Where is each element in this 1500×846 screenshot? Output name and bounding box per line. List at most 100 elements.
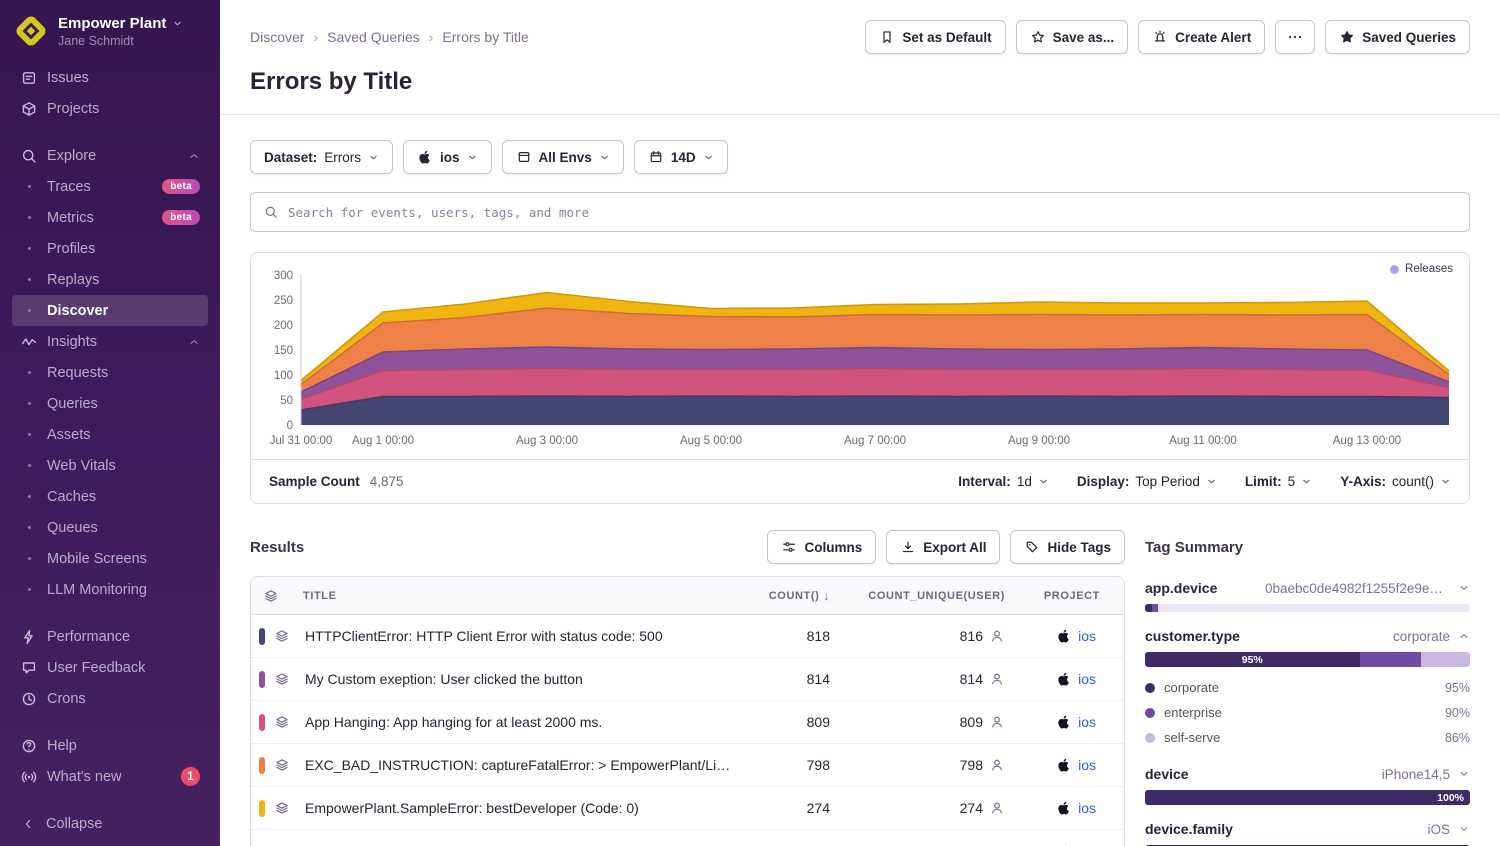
- project-cell: ios: [1019, 757, 1124, 773]
- y-axis-dropdown[interactable]: Y-Axis: count(): [1340, 474, 1451, 489]
- project-link[interactable]: ios: [1078, 757, 1096, 773]
- sidebar-item-mobile-screens[interactable]: Mobile Screens: [12, 543, 208, 574]
- sidebar-item-crons[interactable]: Crons: [12, 683, 208, 714]
- chevron-down-icon: [1458, 768, 1470, 780]
- error-title-link[interactable]: EmpowerPlant.SampleError: bestDeveloper …: [303, 800, 744, 816]
- tag-value-link[interactable]: enterprise: [1164, 705, 1222, 720]
- sidebar-item-insights[interactable]: Insights: [12, 326, 208, 357]
- column-header-count-unique[interactable]: COUNT_UNIQUE(USER): [844, 590, 1019, 602]
- sidebar-item-traces[interactable]: Tracesbeta: [12, 171, 208, 202]
- interval-dropdown[interactable]: Interval: 1d: [958, 474, 1049, 489]
- sidebar-item-web-vitals[interactable]: Web Vitals: [12, 450, 208, 481]
- sidebar-item-what-s-new[interactable]: What's new1: [12, 761, 208, 792]
- hide-tags-button[interactable]: Hide Tags: [1010, 530, 1125, 564]
- project-link[interactable]: ios: [1078, 671, 1096, 687]
- value-color-dot: [1145, 683, 1155, 693]
- project-link[interactable]: ios: [1078, 628, 1096, 644]
- chevron-down-icon: [1038, 476, 1049, 487]
- sidebar-item-requests[interactable]: Requests: [12, 357, 208, 388]
- tag-distribution-bar: 95%: [1145, 652, 1470, 667]
- legend-releases[interactable]: Releases: [1390, 263, 1453, 275]
- results-actions: Columns Export All Hide Tags: [767, 530, 1125, 564]
- set-as-default-button[interactable]: Set as Default: [865, 20, 1005, 54]
- tag-row-app-device[interactable]: app.device0baebc0de4982f1255f2e9e9fb7…: [1145, 580, 1470, 596]
- sidebar-item-help[interactable]: Help: [12, 730, 208, 761]
- columns-button[interactable]: Columns: [767, 530, 876, 564]
- error-title-link[interactable]: App Hanging: App hanging for at least 20…: [303, 714, 744, 730]
- bullet-dot: [20, 209, 38, 227]
- breadcrumb-saved-queries[interactable]: Saved Queries: [327, 29, 420, 45]
- more-options-button[interactable]: [1275, 20, 1315, 54]
- stacked-area-chart: 050100150200250300Jul 31 00:00Aug 1 00:0…: [257, 259, 1463, 455]
- error-title-link[interactable]: HTTPClientError: HTTP Client Error with …: [303, 628, 744, 644]
- sidebar: Empower Plant Jane Schmidt IssuesProject…: [0, 0, 220, 846]
- export-all-button[interactable]: Export All: [886, 530, 1000, 564]
- tag-distribution-bar: [1145, 604, 1470, 612]
- project-filter[interactable]: ios: [403, 140, 492, 174]
- sidebar-item-user-feedback[interactable]: User Feedback: [12, 652, 208, 683]
- column-header-title[interactable]: TITLE: [303, 590, 744, 602]
- environment-filter[interactable]: All Envs: [502, 140, 624, 174]
- svg-text:Aug 13 00:00: Aug 13 00:00: [1333, 435, 1401, 447]
- sidebar-item-issues[interactable]: Issues: [12, 62, 208, 93]
- sidebar-item-queues[interactable]: Queues: [12, 512, 208, 543]
- tag-row-device-family[interactable]: device.familyiOS: [1145, 821, 1470, 837]
- project-cell: ios: [1019, 671, 1124, 687]
- bullet-dot: [20, 364, 38, 382]
- svg-text:100: 100: [274, 370, 293, 382]
- project-link[interactable]: ios: [1078, 800, 1096, 816]
- sidebar-item-metrics[interactable]: Metricsbeta: [12, 202, 208, 233]
- column-header-count[interactable]: COUNT() ↓: [744, 589, 844, 603]
- date-range-filter[interactable]: 14D: [634, 140, 728, 174]
- sidebar-item-label: User Feedback: [47, 660, 145, 676]
- column-label: COUNT_UNIQUE(USER): [868, 590, 1005, 602]
- tag-value-link[interactable]: corporate: [1164, 680, 1219, 695]
- project-link[interactable]: ios: [1078, 714, 1096, 730]
- sidebar-item-llm-monitoring[interactable]: LLM Monitoring: [12, 574, 208, 605]
- sidebar-item-explore[interactable]: Explore: [12, 140, 208, 171]
- project-cell: ios: [1019, 628, 1124, 644]
- apple-icon: [417, 149, 433, 165]
- sidebar-item-discover[interactable]: Discover: [12, 295, 208, 326]
- tag-row-customer-type[interactable]: customer.typecorporate: [1145, 628, 1470, 644]
- interval-value: 1d: [1017, 474, 1032, 489]
- projects-icon: [20, 100, 38, 118]
- page-title: Errors by Title: [250, 68, 1470, 96]
- error-title-link[interactable]: EXC_BAD_INSTRUCTION: captureFatalError: …: [303, 757, 744, 773]
- collapse-button[interactable]: Collapse: [0, 802, 220, 846]
- bullet-dot: [20, 395, 38, 413]
- sidebar-item-caches[interactable]: Caches: [12, 481, 208, 512]
- tag-value-link[interactable]: self-serve: [1164, 730, 1220, 745]
- limit-dropdown[interactable]: Limit: 5: [1245, 474, 1312, 489]
- sidebar-item-assets[interactable]: Assets: [12, 419, 208, 450]
- bullet-dot: [20, 488, 38, 506]
- layers-icon: [263, 588, 279, 604]
- apple-icon: [1056, 628, 1072, 644]
- apple-icon: [1056, 671, 1072, 687]
- sidebar-item-replays[interactable]: Replays: [12, 264, 208, 295]
- error-title-link[interactable]: My Custom exeption: User clicked the but…: [303, 671, 744, 687]
- bullet-dot: [20, 581, 38, 599]
- beta-badge: beta: [162, 179, 200, 194]
- create-alert-button[interactable]: Create Alert: [1138, 20, 1265, 54]
- search-input[interactable]: [288, 205, 1457, 220]
- table-row: EmpowerPlant.SampleError: bestDeveloper …: [251, 787, 1124, 830]
- sidebar-item-profiles[interactable]: Profiles: [12, 233, 208, 264]
- tag-row-device[interactable]: deviceiPhone14,5: [1145, 766, 1470, 782]
- save-as-button[interactable]: Save as...: [1016, 20, 1129, 54]
- breadcrumb-discover[interactable]: Discover: [250, 29, 304, 45]
- sort-desc-icon: ↓: [823, 589, 830, 603]
- sidebar-item-projects[interactable]: Projects: [12, 93, 208, 124]
- column-header-project[interactable]: PROJECT: [1019, 590, 1124, 602]
- sidebar-item-performance[interactable]: Performance: [12, 621, 208, 652]
- sidebar-item-queries[interactable]: Queries: [12, 388, 208, 419]
- clock-icon: [20, 690, 38, 708]
- dataset-filter[interactable]: Dataset: Errors: [250, 140, 393, 174]
- chevron-down-icon: [599, 152, 610, 163]
- display-dropdown[interactable]: Display: Top Period: [1077, 474, 1217, 489]
- org-switcher[interactable]: Empower Plant Jane Schmidt: [0, 0, 220, 60]
- tag-summary: Tag Summary app.device0baebc0de4982f1255…: [1145, 530, 1470, 846]
- apple-icon: [1056, 714, 1072, 730]
- sidebar-item-label: Caches: [47, 489, 96, 505]
- saved-queries-button[interactable]: Saved Queries: [1325, 20, 1470, 54]
